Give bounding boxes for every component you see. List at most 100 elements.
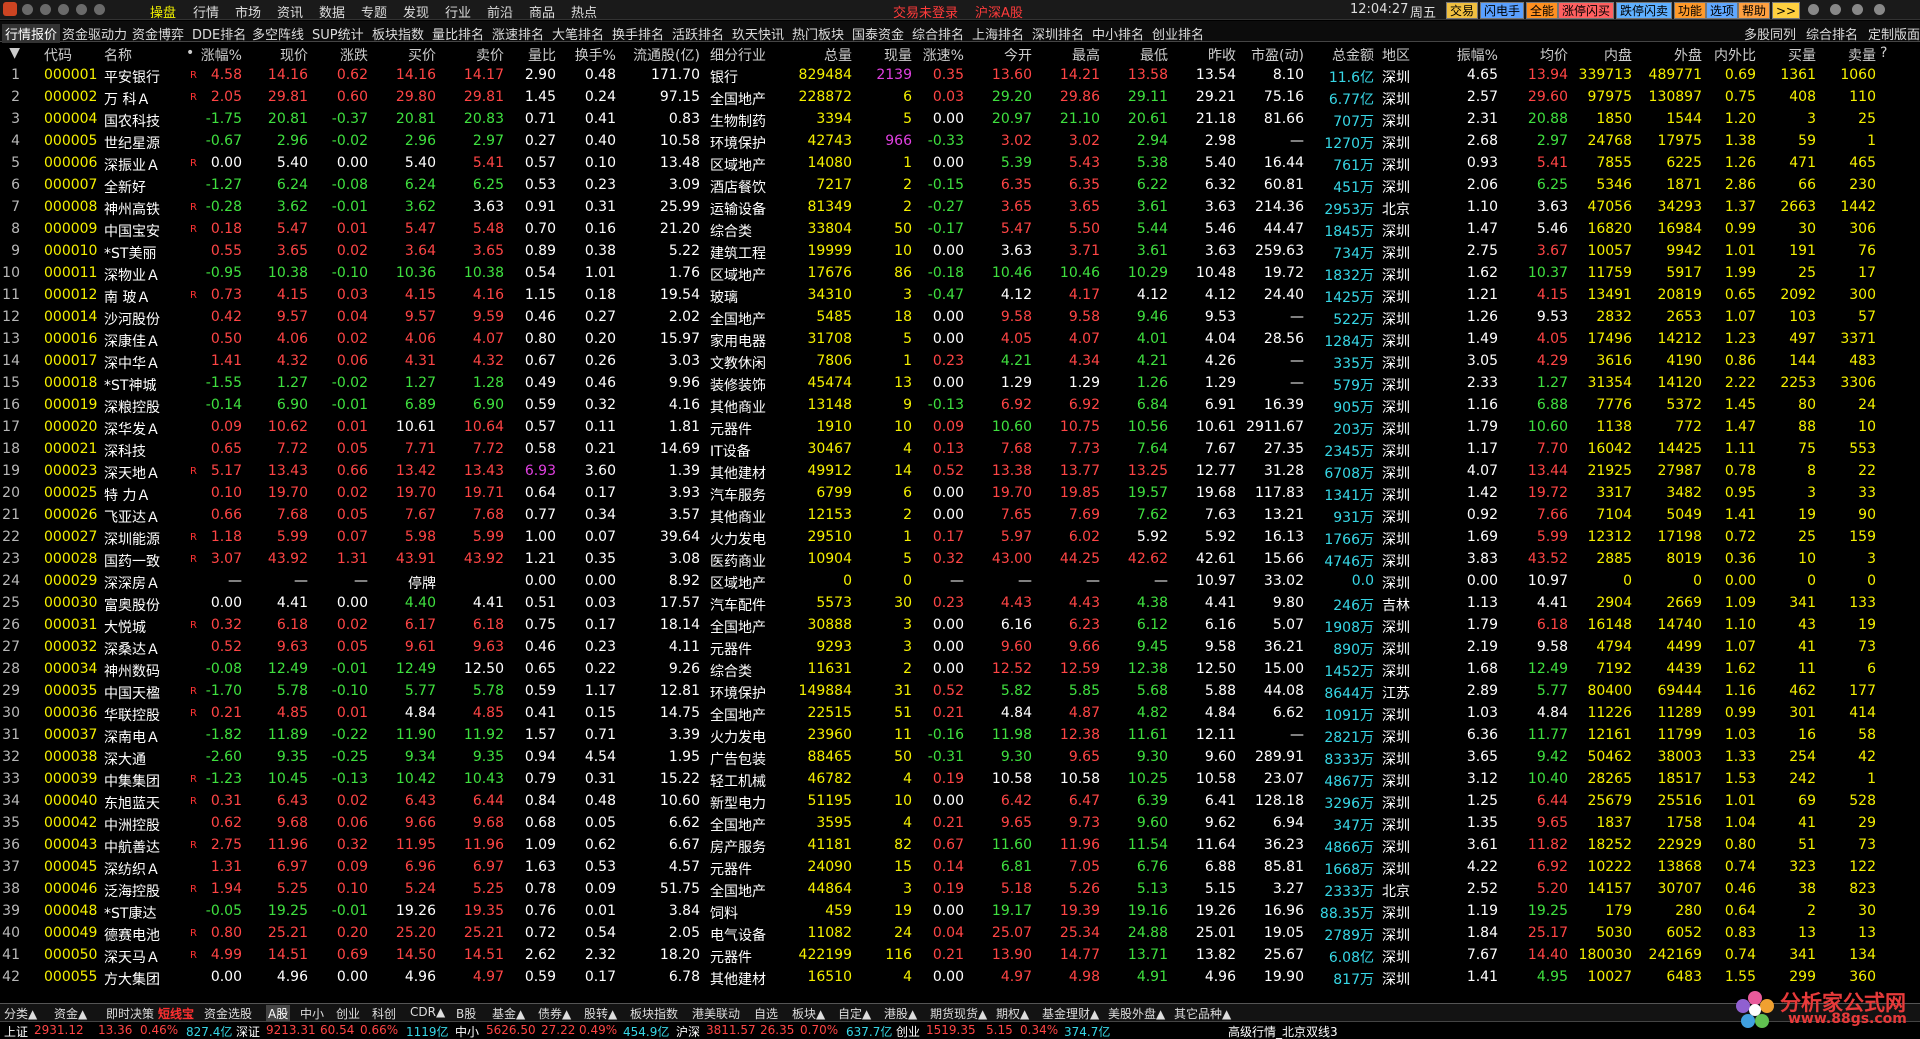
col-header-avg-price[interactable]: 均价 bbox=[1502, 45, 1568, 65]
cell-name[interactable]: *ST美丽 bbox=[104, 243, 188, 263]
table-row[interactable]: 29 000035 中国天楹 R -1.70 5.78 -0.10 5.77 5.78 0.59 1… bbox=[0, 680, 1920, 702]
col-header-bid-vol[interactable]: 买量 bbox=[1760, 45, 1816, 65]
col-header-pe[interactable]: 市盈(动) bbox=[1240, 45, 1304, 65]
lightning-hand-button[interactable]: 闪电手 bbox=[1480, 2, 1525, 19]
table-row[interactable]: 4 000005 世纪星源 -0.67 2.96 -0.02 2.96 2.97 0.27 0.4… bbox=[0, 130, 1920, 152]
bottom-tab-12[interactable]: 债券▲ bbox=[538, 1005, 571, 1022]
tab-hot-sectors[interactable]: 热门板块 bbox=[792, 24, 844, 43]
cell-code[interactable]: 000008 bbox=[44, 199, 104, 215]
server-status[interactable]: 高级行情_北京双线3 bbox=[1228, 1023, 1338, 1039]
cell-name[interactable]: 飞亚达Ａ bbox=[104, 507, 188, 527]
table-row[interactable]: 30 000036 华联控股 R 0.21 4.85 0.01 4.84 4.85 0.41 0.1… bbox=[0, 702, 1920, 724]
col-header-price[interactable]: 现价 bbox=[246, 45, 308, 65]
table-row[interactable]: 41 000050 深天马Ａ R 4.99 14.51 0.69 14.50 14.51 2.62… bbox=[0, 944, 1920, 966]
table-row[interactable]: 27 000032 深桑达Ａ 0.52 9.63 0.05 9.61 9.63 0.46 0.23… bbox=[0, 636, 1920, 658]
col-header-total-volume[interactable]: 总量 bbox=[792, 45, 852, 65]
cell-code[interactable]: 000019 bbox=[44, 397, 104, 413]
cell-code[interactable]: 000028 bbox=[44, 551, 104, 567]
table-row[interactable]: 10 000011 深物业Ａ -0.95 10.38 -0.10 10.36 10.38 0.5… bbox=[0, 262, 1920, 284]
table-row[interactable]: 7 000008 神州高铁 R -0.28 3.62 -0.01 3.62 3.63 0.91 0.… bbox=[0, 196, 1920, 218]
tab-composite-rank-right[interactable]: 综合排名 bbox=[1806, 24, 1858, 43]
col-header-low[interactable]: 最低 bbox=[1104, 45, 1168, 65]
more-icon[interactable] bbox=[94, 4, 105, 15]
tab-quotes[interactable]: 行情报价 bbox=[2, 24, 61, 43]
bottom-tab-6[interactable]: 中小 bbox=[300, 1005, 324, 1022]
table-row[interactable]: 18 000021 深科技 0.65 7.72 0.05 7.71 7.72 0.58 0.21 1… bbox=[0, 438, 1920, 460]
tab-sup-stats[interactable]: SUP统计 bbox=[312, 24, 364, 43]
table-row[interactable]: 25 000030 富奥股份 0.00 4.41 0.00 4.40 4.41 0.51 0.03… bbox=[0, 592, 1920, 614]
cell-code[interactable]: 000007 bbox=[44, 177, 104, 193]
table-row[interactable]: 34 000040 东旭蓝天 R 0.31 6.43 0.02 6.43 6.44 0.84 0.4… bbox=[0, 790, 1920, 812]
table-row[interactable]: 6 000007 全新好 -1.27 6.24 -0.08 6.24 6.25 0.53 0.23… bbox=[0, 174, 1920, 196]
cell-name[interactable]: *ST康达 bbox=[104, 903, 188, 923]
col-header-industry[interactable]: 细分行业 bbox=[710, 45, 788, 65]
tab-chinext-rank[interactable]: 创业排名 bbox=[1152, 24, 1204, 43]
function-button[interactable]: 功能 bbox=[1674, 2, 1707, 19]
cell-code[interactable]: 000055 bbox=[44, 969, 104, 985]
cell-name[interactable]: 深圳能源 bbox=[104, 529, 188, 549]
bottom-tab-0[interactable]: 分类▲ bbox=[4, 1005, 37, 1022]
cell-code[interactable]: 000023 bbox=[44, 463, 104, 479]
tab-custom-layout[interactable]: 定制版面 bbox=[1868, 24, 1920, 43]
col-header-code[interactable]: 代码 bbox=[44, 45, 104, 65]
col-header-name[interactable]: 名称 bbox=[104, 45, 188, 65]
tab-speed-rank[interactable]: 涨速排名 bbox=[492, 24, 544, 43]
table-row[interactable]: 5 000006 深振业Ａ R 0.00 5.40 0.00 5.40 5.41 0.57 0.10… bbox=[0, 152, 1920, 174]
cell-name[interactable]: 神州数码 bbox=[104, 661, 188, 681]
bottom-tab-10[interactable]: B股 bbox=[456, 1005, 476, 1022]
col-header-extra[interactable]: ? bbox=[1880, 45, 1910, 61]
cell-name[interactable]: 特 力Ａ bbox=[104, 485, 188, 505]
cell-name[interactable]: 深粮控股 bbox=[104, 397, 188, 417]
table-row[interactable]: 20 000025 特 力Ａ 0.10 19.70 0.02 19.70 19.71 0.64 0… bbox=[0, 482, 1920, 504]
tab-sector-index[interactable]: 板块指数 bbox=[372, 24, 424, 43]
cell-name[interactable]: 深科技 bbox=[104, 441, 188, 461]
bottom-tab-8[interactable]: 科创 bbox=[372, 1005, 396, 1022]
bottom-tab-14[interactable]: 板块指数 bbox=[630, 1005, 678, 1022]
cell-code[interactable]: 000017 bbox=[44, 353, 104, 369]
cell-code[interactable]: 000031 bbox=[44, 617, 104, 633]
cell-code[interactable]: 000049 bbox=[44, 925, 104, 941]
table-row[interactable]: 22 000027 深圳能源 R 1.18 5.99 0.07 5.98 5.99 1.00 0.0… bbox=[0, 526, 1920, 548]
all-round-button[interactable]: 全能 bbox=[1526, 2, 1559, 19]
cell-code[interactable]: 000034 bbox=[44, 661, 104, 677]
col-header-high[interactable]: 最高 bbox=[1036, 45, 1100, 65]
table-row[interactable]: 42 000055 方大集团 0.00 4.96 0.00 4.96 4.97 0.59 0.17… bbox=[0, 966, 1920, 988]
cell-name[interactable]: 深康佳Ａ bbox=[104, 331, 188, 351]
bottom-tab-11[interactable]: 基金▲ bbox=[492, 1005, 525, 1022]
table-row[interactable]: 33 000039 中集集团 R -1.23 10.45 -0.13 10.42 10.43 0.… bbox=[0, 768, 1920, 790]
cell-name[interactable]: *ST神城 bbox=[104, 375, 188, 395]
cell-name[interactable]: 华联控股 bbox=[104, 705, 188, 725]
tab-turnover-rank[interactable]: 换手排名 bbox=[612, 24, 664, 43]
cell-code[interactable]: 000005 bbox=[44, 133, 104, 149]
tab-guotai-fund[interactable]: 国泰资金 bbox=[852, 24, 904, 43]
col-header-region[interactable]: 地区 bbox=[1382, 45, 1422, 65]
col-header-volume-ratio[interactable]: 量比 bbox=[508, 45, 556, 65]
menu-item-quotes[interactable]: 行情 bbox=[193, 2, 219, 21]
cell-code[interactable]: 000006 bbox=[44, 155, 104, 171]
bottom-tab-5[interactable]: A股 bbox=[266, 1005, 291, 1022]
table-row[interactable]: 31 000037 深南电Ａ -1.82 11.89 -0.22 11.90 11.92 1.5… bbox=[0, 724, 1920, 746]
bottom-tab-2[interactable]: 即时决策 bbox=[106, 1005, 154, 1022]
col-header-ask[interactable]: 卖价 bbox=[440, 45, 504, 65]
bottom-tab-4[interactable]: 资金选股 bbox=[204, 1005, 252, 1022]
bottom-tab-7[interactable]: 创业 bbox=[336, 1005, 360, 1022]
col-header-row-number[interactable]: ▼ bbox=[0, 45, 20, 61]
col-header-open[interactable]: 今开 bbox=[968, 45, 1032, 65]
tab-fund-game[interactable]: 资金博弈 bbox=[132, 24, 184, 43]
cell-name[interactable]: 深深房Ａ bbox=[104, 573, 188, 593]
cell-name[interactable]: 沙河股份 bbox=[104, 309, 188, 329]
cell-name[interactable]: 万 科Ａ bbox=[104, 89, 188, 109]
trade-login-status[interactable]: 交易未登录 bbox=[893, 2, 958, 21]
tab-volume-ratio-rank[interactable]: 量比排名 bbox=[432, 24, 484, 43]
tab-multi-stock[interactable]: 多股同列 bbox=[1744, 24, 1796, 43]
cell-name[interactable]: 中国天楹 bbox=[104, 683, 188, 703]
col-header-change[interactable]: 涨跌 bbox=[312, 45, 368, 65]
maximize-icon[interactable] bbox=[1852, 4, 1863, 15]
table-row[interactable]: 40 000049 德赛电池 R 0.80 25.21 0.20 25.20 25.21 0.72… bbox=[0, 922, 1920, 944]
cell-name[interactable]: 深中华Ａ bbox=[104, 353, 188, 373]
cell-code[interactable]: 000001 bbox=[44, 67, 104, 83]
menu-item-discover[interactable]: 发现 bbox=[403, 2, 429, 21]
cell-code[interactable]: 000010 bbox=[44, 243, 104, 259]
table-row[interactable]: 21 000026 飞亚达Ａ 0.66 7.68 0.05 7.67 7.68 0.77 0.34… bbox=[0, 504, 1920, 526]
cell-code[interactable]: 000032 bbox=[44, 639, 104, 655]
